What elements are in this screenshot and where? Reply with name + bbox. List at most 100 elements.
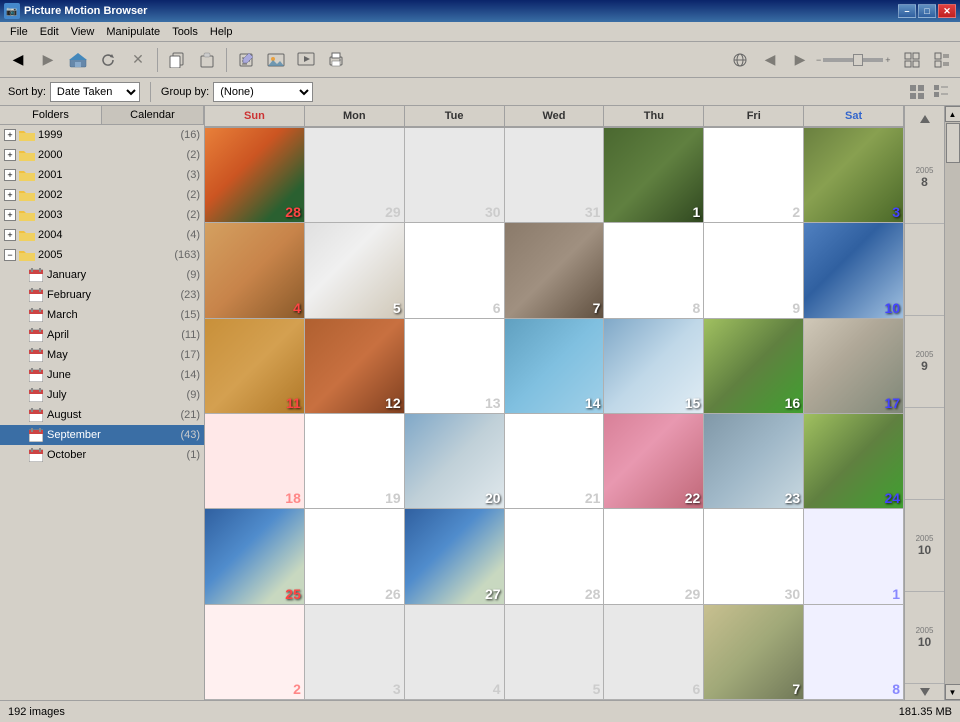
group-select[interactable]: (None) (213, 82, 313, 102)
week-cell-1[interactable]: 2005 8 (905, 132, 944, 224)
sort-select[interactable]: Date Taken (50, 82, 140, 102)
view-icon-button[interactable] (726, 46, 754, 74)
tree-item-october[interactable]: October (1) (0, 445, 204, 465)
week-nav-down[interactable] (905, 684, 944, 700)
cal-cell-19-sep[interactable]: 19 (305, 414, 405, 508)
view-left-button[interactable]: ◀ (756, 46, 784, 74)
scroll-thumb[interactable] (946, 123, 960, 163)
cal-cell-31-aug[interactable]: 31 (505, 128, 605, 222)
cal-cell-3-oct[interactable]: 3 (305, 605, 405, 699)
tree-item-2002[interactable]: + 2002 (2) (0, 185, 204, 205)
cal-cell-10-sep[interactable]: 10 (804, 223, 904, 317)
tree-item-january[interactable]: January (9) (0, 265, 204, 285)
tree-item-2004[interactable]: + 2004 (4) (0, 225, 204, 245)
cal-cell-5-oct[interactable]: 5 (505, 605, 605, 699)
cal-cell-27-sep[interactable]: 27 (405, 509, 505, 603)
edit-button[interactable] (232, 46, 260, 74)
week-cell-3[interactable]: 2005 9 (905, 316, 944, 408)
scroll-up-button[interactable]: ▲ (945, 106, 960, 122)
cal-cell-25-sep[interactable]: 25 (205, 509, 305, 603)
paste-button[interactable] (193, 46, 221, 74)
home-button[interactable] (64, 46, 92, 74)
slideshow-button[interactable] (292, 46, 320, 74)
expand-1999[interactable]: + (4, 129, 16, 141)
photo-edit-button[interactable] (262, 46, 290, 74)
tree-item-august[interactable]: August (21) (0, 405, 204, 425)
cal-cell-2-oct[interactable]: 2 (205, 605, 305, 699)
menu-file[interactable]: File (4, 24, 34, 40)
cal-cell-30-aug[interactable]: 30 (405, 128, 505, 222)
menu-help[interactable]: Help (204, 24, 239, 40)
cal-cell-8-oct[interactable]: 8 (804, 605, 904, 699)
cal-cell-1-sep[interactable]: 1 (604, 128, 704, 222)
cal-cell-6-sep[interactable]: 6 (405, 223, 505, 317)
cal-cell-20-sep[interactable]: 20 (405, 414, 505, 508)
scroll-track[interactable] (945, 122, 960, 684)
cal-cell-29-sep[interactable]: 29 (604, 509, 704, 603)
tree-item-may[interactable]: May (17) (0, 345, 204, 365)
tab-calendar[interactable]: Calendar (102, 106, 204, 124)
cal-cell-7-oct[interactable]: 7 (704, 605, 804, 699)
cal-cell-6-oct[interactable]: 6 (604, 605, 704, 699)
cal-cell-26-sep[interactable]: 26 (305, 509, 405, 603)
tree-item-september[interactable]: September (43) (0, 425, 204, 445)
cal-cell-28-sep[interactable]: 28 (505, 509, 605, 603)
stop-button[interactable]: ✕ (124, 46, 152, 74)
minimize-button[interactable]: – (898, 4, 916, 18)
print-button[interactable] (322, 46, 350, 74)
cal-cell-17-sep[interactable]: 17 (804, 319, 904, 413)
cal-cell-13-sep[interactable]: 13 (405, 319, 505, 413)
view-mode-list[interactable] (930, 81, 952, 103)
cal-cell-12-sep[interactable]: 12 (305, 319, 405, 413)
tree-item-1999[interactable]: + 1999 (16) (0, 125, 204, 145)
cal-cell-3-sep[interactable]: 3 (804, 128, 904, 222)
view-mode-icon[interactable] (906, 81, 928, 103)
maximize-button[interactable]: □ (918, 4, 936, 18)
expand-2004[interactable]: + (4, 229, 16, 241)
cal-cell-1-oct[interactable]: 1 (804, 509, 904, 603)
list-view-button[interactable] (928, 46, 956, 74)
tree-item-february[interactable]: February (23) (0, 285, 204, 305)
menu-tools[interactable]: Tools (166, 24, 204, 40)
cal-cell-4-oct[interactable]: 4 (405, 605, 505, 699)
week-cell-6[interactable]: 2005 10 (905, 592, 944, 684)
grid-view-button[interactable] (898, 46, 926, 74)
tree-item-2005[interactable]: − 2005 (163) (0, 245, 204, 265)
week-cell-5[interactable]: 2005 10 (905, 500, 944, 592)
cal-cell-11-sep[interactable]: 11 (205, 319, 305, 413)
back-button[interactable]: ◀ (4, 46, 32, 74)
tab-folders[interactable]: Folders (0, 106, 102, 124)
cal-cell-7-sep[interactable]: 7 (505, 223, 605, 317)
close-button[interactable]: ✕ (938, 4, 956, 18)
expand-2002[interactable]: + (4, 189, 16, 201)
cal-cell-9-sep[interactable]: 9 (704, 223, 804, 317)
cal-cell-23-sep[interactable]: 23 (704, 414, 804, 508)
week-cell-2[interactable] (905, 224, 944, 316)
cal-cell-15-sep[interactable]: 15 (604, 319, 704, 413)
view-right-button[interactable]: ▶ (786, 46, 814, 74)
cal-cell-5-sep[interactable]: 5 (305, 223, 405, 317)
expand-2000[interactable]: + (4, 149, 16, 161)
expand-2003[interactable]: + (4, 209, 16, 221)
week-cell-4[interactable] (905, 408, 944, 500)
tree-item-2001[interactable]: + 2001 (3) (0, 165, 204, 185)
zoom-slider[interactable]: − + (816, 55, 896, 65)
cal-cell-28-aug[interactable]: 28 (205, 128, 305, 222)
tree-item-july[interactable]: July (9) (0, 385, 204, 405)
forward-button[interactable]: ▶ (34, 46, 62, 74)
cal-cell-2-sep[interactable]: 2 (704, 128, 804, 222)
calendar-scrollbar[interactable]: ▲ ▼ (944, 106, 960, 700)
tree-item-2000[interactable]: + 2000 (2) (0, 145, 204, 165)
scroll-down-button[interactable]: ▼ (945, 684, 960, 700)
cal-cell-30-sep[interactable]: 30 (704, 509, 804, 603)
copy-button[interactable] (163, 46, 191, 74)
menu-manipulate[interactable]: Manipulate (100, 24, 166, 40)
cal-cell-24-sep[interactable]: 24 (804, 414, 904, 508)
cal-cell-29-aug[interactable]: 29 (305, 128, 405, 222)
tree-item-march[interactable]: March (15) (0, 305, 204, 325)
cal-cell-16-sep[interactable]: 16 (704, 319, 804, 413)
cal-cell-14-sep[interactable]: 14 (505, 319, 605, 413)
tree-item-april[interactable]: April (11) (0, 325, 204, 345)
expand-2005[interactable]: − (4, 249, 16, 261)
refresh-button[interactable] (94, 46, 122, 74)
